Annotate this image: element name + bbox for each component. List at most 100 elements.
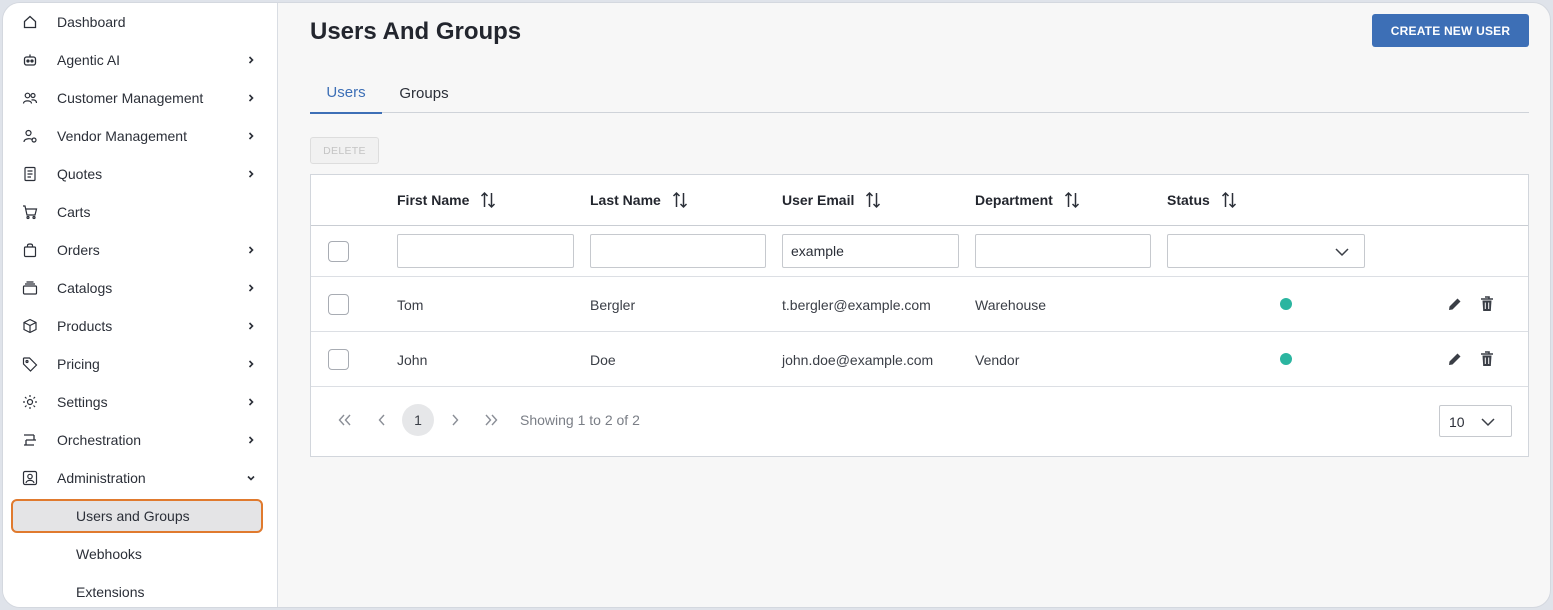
sidebar-item-label: Users and Groups [76,508,190,524]
cart-icon [21,203,39,221]
sidebar-item-label: Webhooks [76,546,142,562]
email-cell: john.doe@example.com [782,351,934,368]
sort-icon[interactable] [864,191,882,209]
sidebar: Dashboard Agentic AI Customer Management… [3,3,278,607]
users-icon [21,89,39,107]
sidebar-item-quotes[interactable]: Quotes [3,155,278,193]
sort-icon[interactable] [1063,191,1081,209]
sidebar-item-carts[interactable]: Carts [3,193,278,231]
chevron-down-icon [1334,244,1350,260]
column-header-label: Last Name [590,192,661,208]
first-page-icon[interactable] [329,404,361,436]
delete-button[interactable]: DELETE [310,137,379,164]
chevron-right-icon [246,321,256,331]
box-icon [21,317,39,335]
column-header-user-email[interactable]: User Email [782,175,882,225]
create-new-user-button[interactable]: CREATE NEW USER [1372,14,1529,47]
column-header-label: User Email [782,192,855,208]
sidebar-item-label: Agentic AI [57,52,121,68]
sidebar-item-orchestration[interactable]: Orchestration [3,421,278,459]
robot-icon [21,51,39,69]
chevron-down-icon [1480,414,1496,430]
select-all-checkbox[interactable] [328,241,349,262]
chevron-right-icon [246,131,256,141]
pagination: 1 Showing 1 to 2 of 2 10 [311,387,1528,456]
column-header-first-name[interactable]: First Name [397,175,497,225]
first-name-filter-input[interactable] [397,234,574,268]
pagination-summary: Showing 1 to 2 of 2 [520,412,640,428]
edit-pencil-icon[interactable] [1446,295,1464,313]
edit-pencil-icon[interactable] [1446,350,1464,368]
chevron-right-icon [246,169,256,179]
last-name-cell: Doe [590,351,616,368]
chevron-right-icon [246,435,256,445]
sidebar-item-administration[interactable]: Administration [3,459,278,497]
sort-icon[interactable] [1220,191,1238,209]
last-name-filter-input[interactable] [590,234,766,268]
sidebar-item-label: Customer Management [57,90,204,106]
admin-icon [21,469,39,487]
sidebar-item-label: Vendor Management [57,128,187,144]
sidebar-item-label: Catalogs [57,280,113,296]
sidebar-item-settings[interactable]: Settings [3,383,278,421]
sidebar-item-label: Orders [57,242,100,258]
tab-bar: Users Groups [310,73,1529,114]
tab-groups[interactable]: Groups [382,73,466,113]
last-name-cell: Bergler [590,296,636,313]
sidebar-item-label: Carts [57,204,91,220]
sidebar-item-catalogs[interactable]: Catalogs [3,269,278,307]
sidebar-subitem-webhooks[interactable]: Webhooks [11,537,263,571]
status-active-indicator [1280,298,1292,310]
trash-icon[interactable] [1478,295,1496,313]
main-content: Users And Groups CREATE NEW USER Users G… [278,3,1550,607]
sidebar-item-agentic-ai[interactable]: Agentic AI [3,41,278,79]
column-header-last-name[interactable]: Last Name [590,175,689,225]
chevron-right-icon [246,359,256,369]
page-size-value: 10 [1449,414,1465,430]
trash-icon[interactable] [1478,350,1496,368]
chevron-down-icon [246,473,256,483]
table-row[interactable]: John Doe john.doe@example.com Vendor [311,332,1528,387]
sidebar-item-products[interactable]: Products [3,307,278,345]
first-name-cell: Tom [397,296,424,313]
page-1-button[interactable]: 1 [402,404,434,436]
sidebar-item-orders[interactable]: Orders [3,231,278,269]
sidebar-item-customer-management[interactable]: Customer Management [3,79,278,117]
app-window: Dashboard Agentic AI Customer Management… [2,2,1551,608]
page-title: Users And Groups [310,18,522,45]
page-size-select[interactable]: 10 [1439,405,1512,437]
chevron-right-icon [246,55,256,65]
last-page-icon[interactable] [475,404,507,436]
sidebar-item-label: Dashboard [57,14,126,30]
email-cell: t.bergler@example.com [782,296,931,313]
status-filter-select[interactable] [1167,234,1365,268]
gear-icon [21,393,39,411]
table-row[interactable]: Tom Bergler t.bergler@example.com Wareho… [311,277,1528,332]
sidebar-item-label: Extensions [76,584,145,600]
sort-icon[interactable] [479,191,497,209]
sidebar-item-vendor-management[interactable]: Vendor Management [3,117,278,155]
column-header-label: Department [975,192,1053,208]
sidebar-item-dashboard[interactable]: Dashboard [3,3,278,41]
column-header-label: First Name [397,192,470,208]
filter-row [311,226,1528,277]
row-checkbox[interactable] [328,349,349,370]
sidebar-item-label: Administration [57,470,146,486]
sort-icon[interactable] [671,191,689,209]
vendor-icon [21,127,39,145]
chevron-right-icon [246,93,256,103]
previous-page-icon[interactable] [366,404,398,436]
tab-users[interactable]: Users [310,73,382,114]
chevron-right-icon [246,245,256,255]
row-checkbox[interactable] [328,294,349,315]
email-filter-input[interactable] [782,234,959,268]
next-page-icon[interactable] [439,404,471,436]
sidebar-subitem-extensions[interactable]: Extensions [11,575,263,607]
department-filter-input[interactable] [975,234,1151,268]
column-header-status[interactable]: Status [1167,175,1238,225]
sidebar-item-pricing[interactable]: Pricing [3,345,278,383]
sidebar-subitem-users-and-groups[interactable]: Users and Groups [11,499,263,533]
bag-icon [21,241,39,259]
column-header-label: Status [1167,192,1210,208]
column-header-department[interactable]: Department [975,175,1081,225]
